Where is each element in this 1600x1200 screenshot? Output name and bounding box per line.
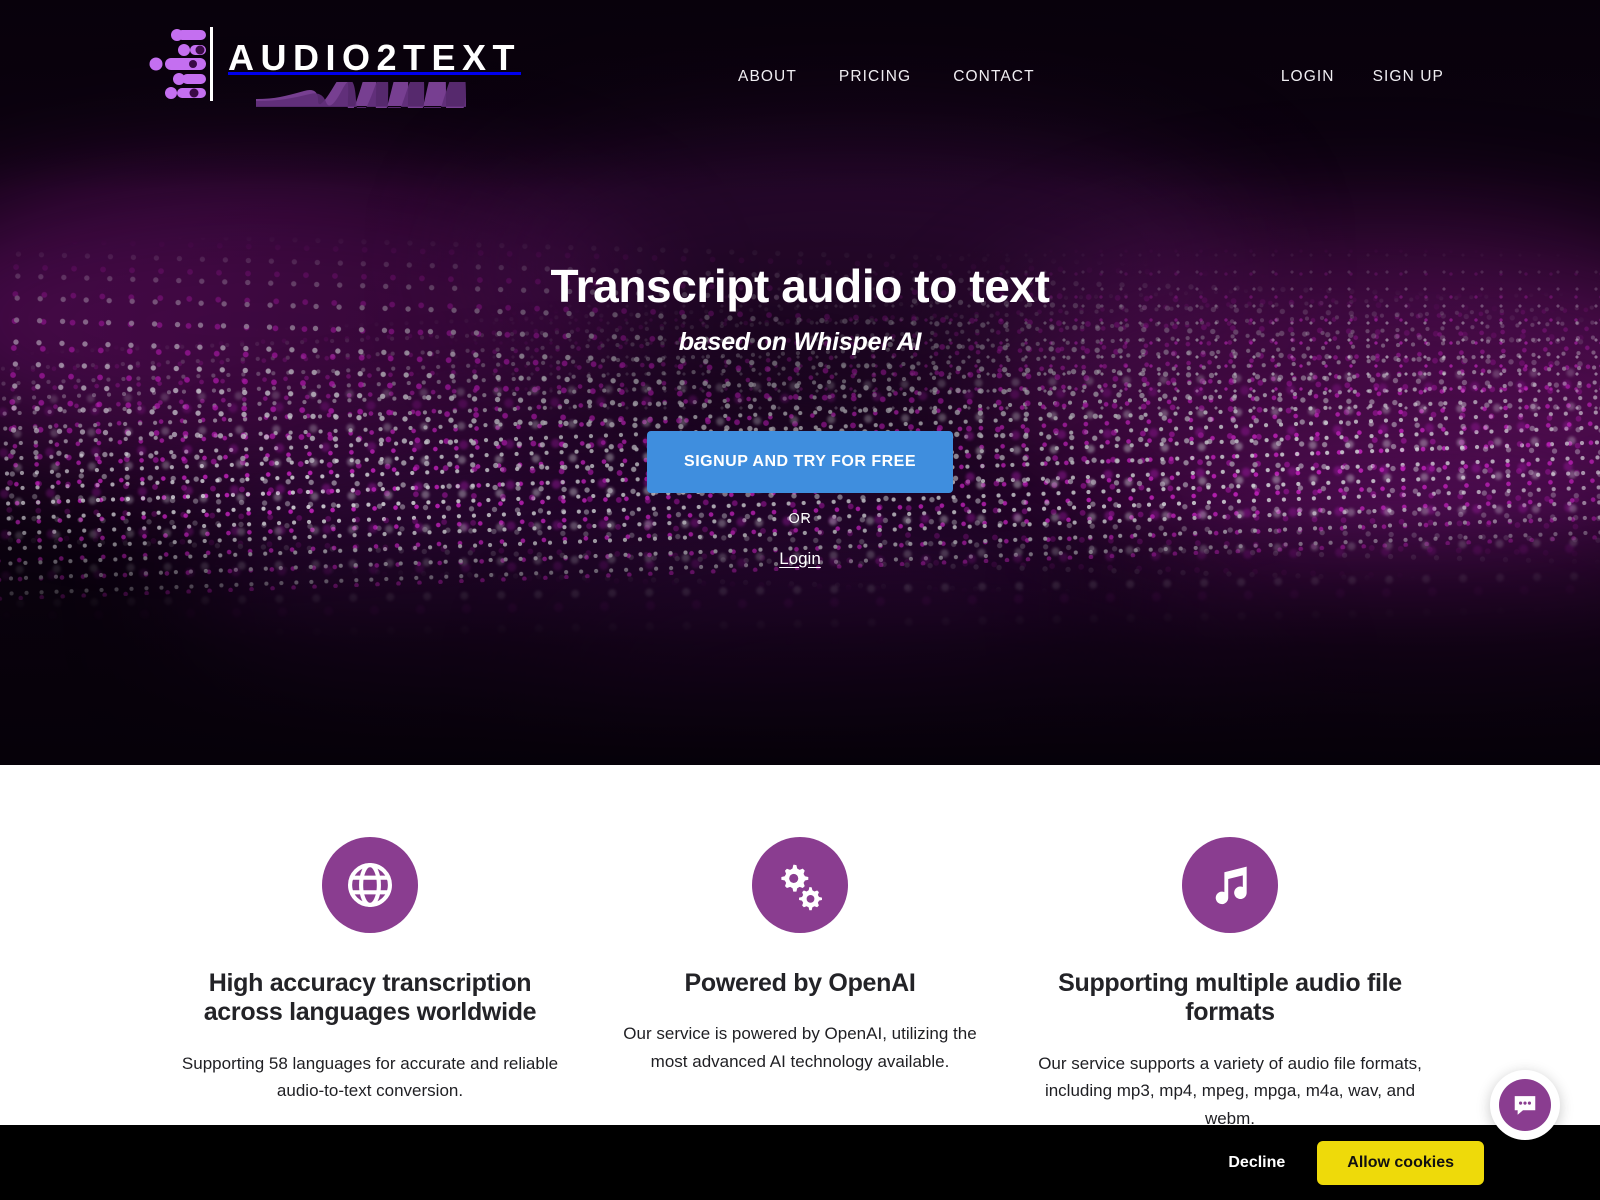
bg-glow <box>560 560 1260 765</box>
nav-pricing[interactable]: PRICING <box>839 68 911 86</box>
feature-icon-circle <box>322 837 418 933</box>
feature-card-formats: Supporting multiple audio file formats O… <box>1015 837 1445 1132</box>
site-header: AUDIO2TEXT ABOUT PRICING CONTACT LOGIN S… <box>0 0 1600 125</box>
features-section: High accuracy transcription across langu… <box>0 765 1600 1133</box>
music-note-icon <box>1215 866 1247 905</box>
logo-wordmark: AUDIO2TEXT <box>228 37 522 78</box>
feature-description: Supporting 58 languages for accurate and… <box>181 1053 559 1101</box>
hero-content: Transcript audio to text based on Whispe… <box>0 261 1600 569</box>
feature-title: High accuracy transcription across langu… <box>203 969 537 1027</box>
hero-section: AUDIO2TEXT ABOUT PRICING CONTACT LOGIN S… <box>0 0 1600 765</box>
feature-icon-circle <box>752 837 848 933</box>
feature-title: Supporting multiple audio file formats <box>1058 969 1402 1027</box>
hero-title: Transcript audio to text <box>550 260 1050 312</box>
chat-bubble-icon <box>1514 1096 1536 1115</box>
feature-icon-circle <box>1182 837 1278 933</box>
soundwave-icon <box>256 82 466 108</box>
gears-icon <box>781 864 822 911</box>
nav-contact[interactable]: CONTACT <box>953 68 1034 86</box>
primary-nav: ABOUT PRICING CONTACT <box>738 68 1035 86</box>
feature-card-openai: Powered by OpenAI Our service is powered… <box>585 837 1015 1132</box>
globe-icon <box>348 863 392 907</box>
cookie-consent-banner: Decline Allow cookies <box>0 1125 1600 1200</box>
nav-login[interactable]: LOGIN <box>1281 68 1335 86</box>
or-divider-label: OR <box>788 510 812 527</box>
chat-widget-circle <box>1499 1079 1551 1131</box>
hero-login-link[interactable]: Login <box>779 549 821 569</box>
nav-about[interactable]: ABOUT <box>738 68 797 86</box>
nav-signup[interactable]: SIGN UP <box>1373 68 1444 86</box>
auth-nav: LOGIN SIGN UP <box>1281 68 1444 86</box>
feature-title: Powered by OpenAI <box>684 969 916 997</box>
feature-description: Our service supports a variety of audio … <box>1038 1053 1422 1128</box>
signup-cta-button[interactable]: SIGNUP AND TRY FOR FREE <box>647 430 953 493</box>
allow-cookies-button[interactable]: Allow cookies <box>1317 1140 1484 1185</box>
feature-description: Our service is powered by OpenAI, utiliz… <box>623 1024 977 1071</box>
chat-widget-button[interactable] <box>1490 1070 1560 1140</box>
hero-subtitle: based on Whisper AI <box>678 327 922 356</box>
site-logo[interactable]: AUDIO2TEXT <box>146 26 521 108</box>
feature-card-languages: High accuracy transcription across langu… <box>155 837 585 1132</box>
decline-cookies-button[interactable]: Decline <box>1222 1146 1291 1180</box>
audio-equalizer-icon <box>149 27 213 101</box>
